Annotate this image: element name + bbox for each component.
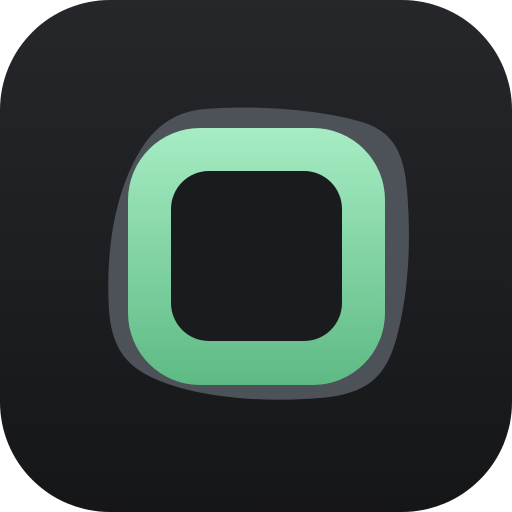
app-icon-graphic xyxy=(0,0,512,512)
app-icon xyxy=(0,0,512,512)
ring-inner-hole xyxy=(171,171,342,341)
